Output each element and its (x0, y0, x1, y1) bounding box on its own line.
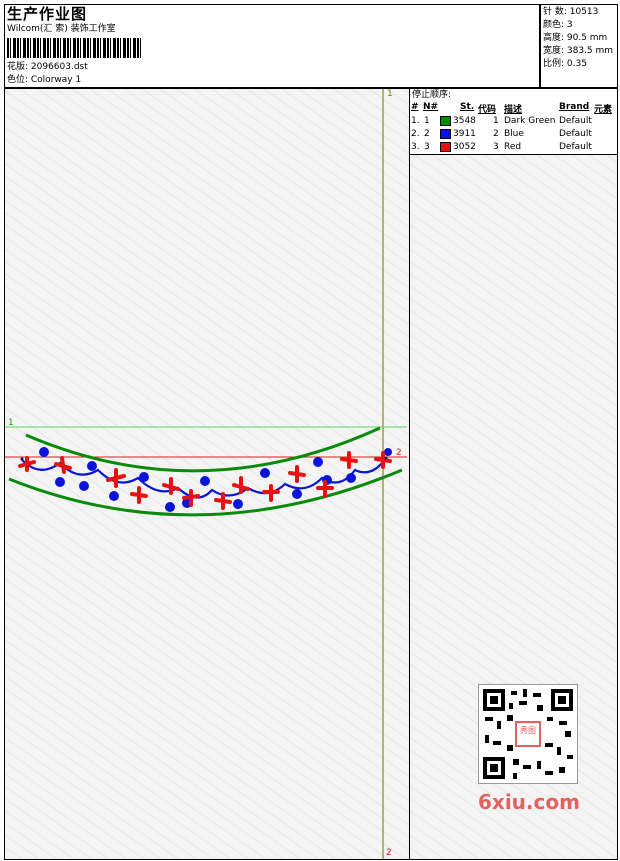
company-name: Wilcom(汇 索) 装饰工作室 (7, 24, 116, 34)
design-canvas (4, 88, 410, 860)
row-num: 3. (411, 142, 420, 152)
col-brand: Brand (559, 102, 590, 112)
swatch-red (440, 142, 451, 152)
row-brand: Default (559, 142, 592, 152)
color-count: 颜色: 3 (543, 20, 573, 30)
design-scale: 比例: 0.35 (543, 59, 587, 69)
row-code: 3052 (453, 142, 476, 152)
col-st: St. (460, 102, 475, 112)
stop-sequence-heading: 停止顺序: (412, 90, 452, 100)
watermark-site: 6xiu.com (478, 790, 580, 814)
marker-right-horizontal: 2 (396, 448, 402, 458)
colorway-label: 色位: Colorway 1 (7, 75, 82, 85)
row-n: 2 (424, 129, 430, 139)
col-num: # (411, 102, 419, 112)
design-file-label: 花版: 2096603.dst (7, 62, 88, 72)
row-n: 3 (424, 142, 430, 152)
row-code: 3548 (453, 116, 476, 126)
row-st: 2 (493, 129, 499, 139)
row-num: 1. (411, 116, 420, 126)
swatch-blue (440, 129, 451, 139)
row-desc: Blue (504, 129, 524, 139)
marker-top-vertical: 1 (387, 89, 393, 99)
col-element: 元素 (594, 105, 613, 115)
row-n: 1 (424, 116, 430, 126)
marker-bottom-vertical: 2 (386, 848, 392, 858)
col-desc: 描述 (504, 105, 523, 115)
row-brand: Default (559, 116, 592, 126)
stitch-count: 针 数: 10513 (543, 7, 599, 17)
design-height: 高度: 90.5 mm (543, 33, 608, 43)
row-code: 3911 (453, 129, 476, 139)
qr-code-icon: 秀图 (478, 684, 578, 784)
col-n: N# (423, 102, 439, 112)
row-st: 3 (493, 142, 499, 152)
qr-badge: 秀图 (520, 726, 536, 735)
row-desc: Red (504, 142, 522, 152)
design-width: 宽度: 383.5 mm (543, 46, 614, 56)
row-num: 2. (411, 129, 420, 139)
row-brand: Default (559, 129, 592, 139)
marker-left-horizontal: 1 (8, 418, 14, 428)
col-code: 代码 (478, 105, 497, 115)
page-title: 生产作业图 (7, 5, 88, 23)
row-st: 1 (493, 116, 499, 126)
barcode-icon (7, 38, 141, 58)
swatch-dark-green (440, 116, 451, 126)
row-desc: Dark Green (504, 116, 556, 126)
